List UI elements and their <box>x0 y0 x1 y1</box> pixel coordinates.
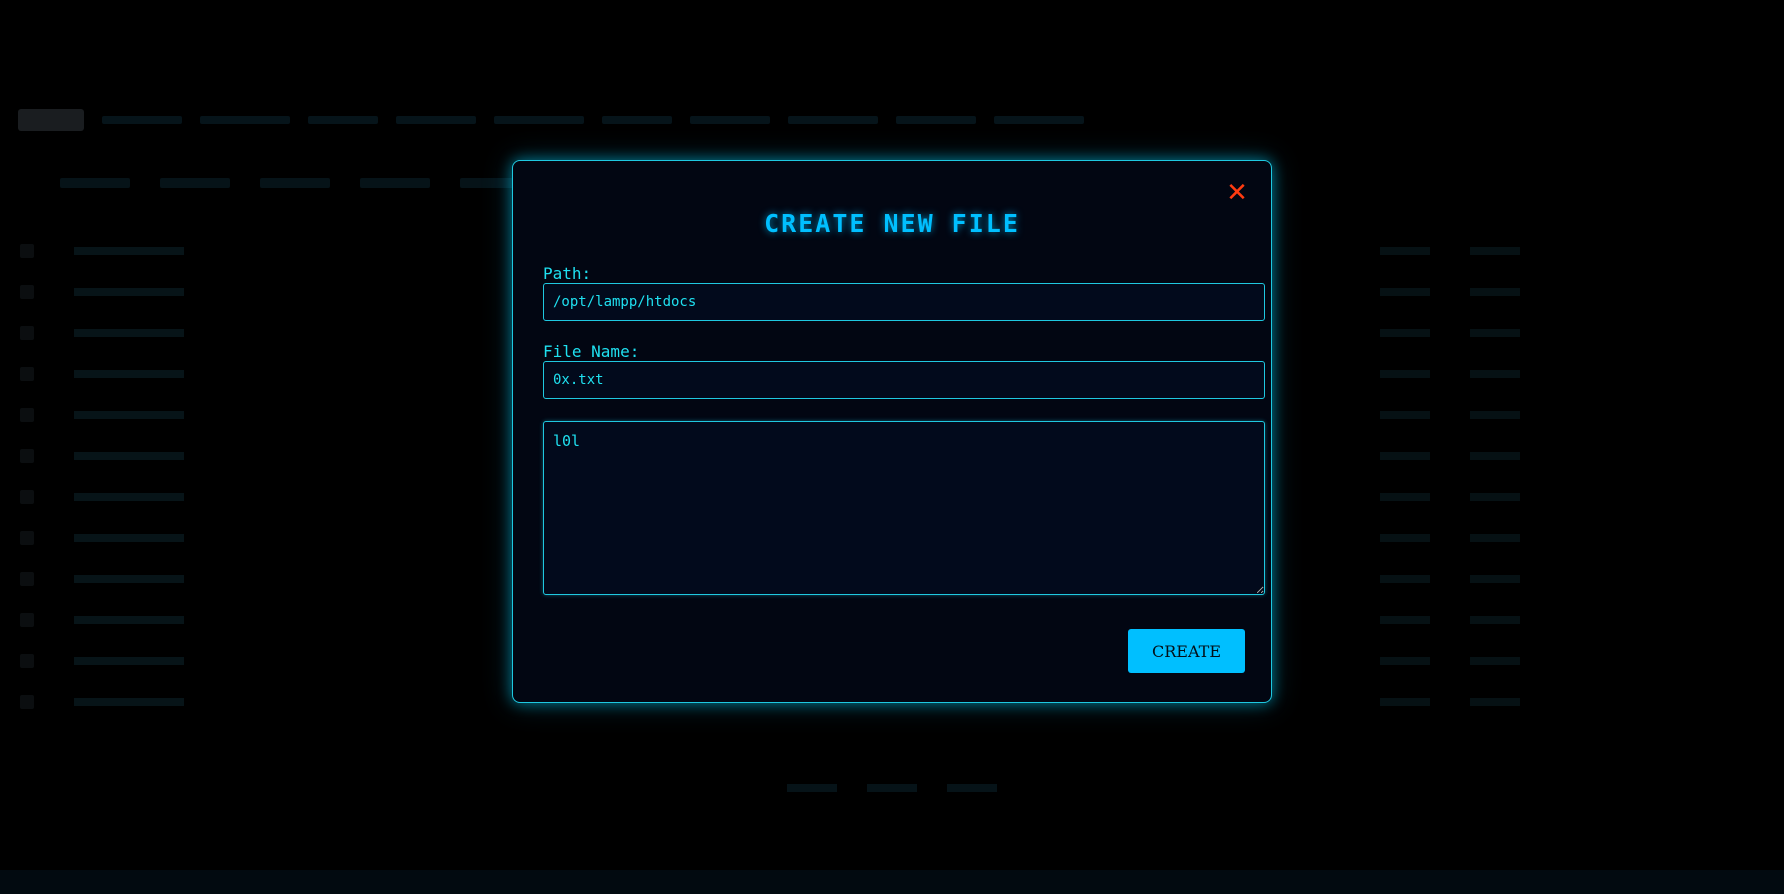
create-button[interactable]: CREATE <box>1128 629 1245 673</box>
create-file-modal: ✕ CREATE NEW FILE Path: File Name: l0l C… <box>512 160 1272 703</box>
file-content-textarea[interactable]: l0l <box>543 421 1265 595</box>
modal-title: CREATE NEW FILE <box>764 209 1020 238</box>
background-sysinfo-bar <box>18 108 1668 132</box>
background-bottom-bar <box>0 870 1784 894</box>
close-icon[interactable]: ✕ <box>1225 180 1249 206</box>
background-footer <box>0 784 1784 792</box>
background-tabs <box>60 178 530 188</box>
filename-input[interactable] <box>543 361 1265 399</box>
path-input[interactable] <box>543 283 1265 321</box>
filename-label: File Name: <box>543 342 640 361</box>
path-label: Path: <box>543 264 592 283</box>
